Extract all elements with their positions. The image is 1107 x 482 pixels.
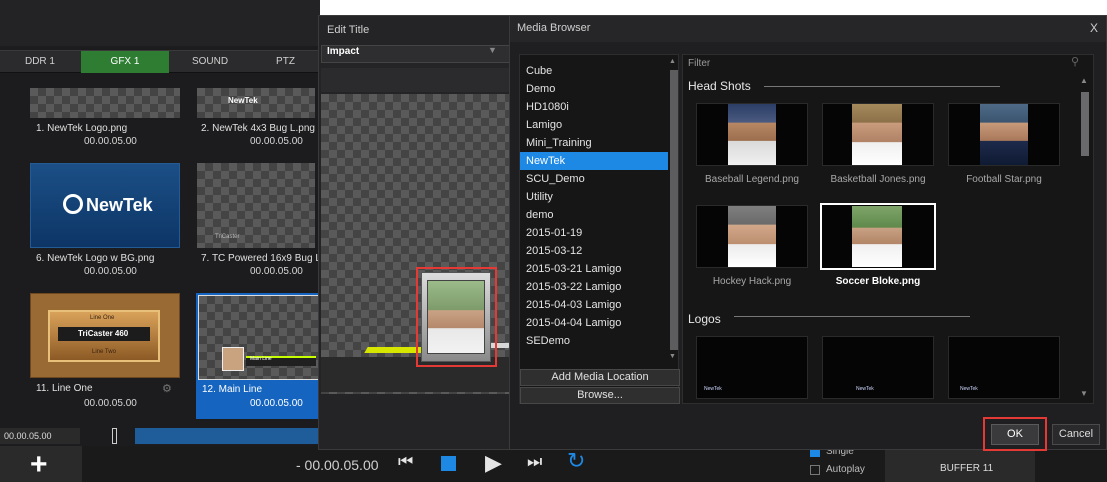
thumb-label: 6. NewTek Logo w BG.png (36, 253, 155, 264)
section-divider (734, 316, 970, 317)
thumb-duration: 00.00.05.00 (84, 398, 137, 409)
folder-item[interactable]: 2015-03-12 (520, 242, 668, 260)
newtek-logo-icon: NewTek (228, 96, 258, 105)
chevron-down-icon: ▼ (488, 45, 497, 55)
timecode-display: 00.00.05.00 (0, 428, 80, 444)
line-two-text: Line Two (92, 349, 116, 355)
section-divider (764, 86, 1000, 87)
tab-sound[interactable]: SOUND (170, 51, 250, 73)
browse-button[interactable]: Browse... (520, 387, 680, 404)
edit-title-toolbar (321, 68, 511, 92)
playhead-bar[interactable] (135, 428, 320, 444)
autoplay-label: Autoplay (826, 464, 865, 475)
plus-icon: + (30, 448, 48, 481)
photo-soccer-bloke (852, 206, 902, 267)
newtek-logo-icon: NewTek (856, 386, 874, 392)
tricaster-logo-icon: TriCaster (215, 234, 240, 240)
newtek-logo-icon: NewTek (960, 386, 978, 392)
main-line-banner-text: Main Line (250, 356, 272, 362)
newtek-logo-icon (63, 194, 83, 214)
thumb-label: 2. NewTek 4x3 Bug L.png (201, 123, 315, 134)
folder-item-selected[interactable]: NewTek (520, 152, 668, 170)
skip-forward-icon[interactable]: ⏭ (527, 452, 542, 472)
section-title-head-shots: Head Shots (688, 79, 751, 93)
ddr-header-bar (0, 0, 320, 46)
line-one-text: Line One (90, 315, 115, 321)
thumb-label: 11. Line One (36, 383, 93, 394)
cancel-button[interactable]: Cancel (1052, 424, 1100, 445)
folder-item[interactable]: Lamigo (520, 116, 668, 134)
newtek-logo-icon: NewTek (704, 386, 722, 392)
thumb-label: 1. NewTek Logo.png (36, 123, 128, 134)
folder-item[interactable]: Mini_Training (520, 134, 668, 152)
folder-scrollbar-thumb[interactable] (670, 70, 678, 350)
thumb-duration: 00.00.05.00 (250, 136, 303, 147)
folder-items: Cube Demo HD1080i Lamigo Mini_Training N… (520, 62, 668, 350)
folder-item[interactable]: SEDemo (520, 332, 668, 350)
buffer-label: BUFFER 11 (940, 463, 994, 474)
photo-baseball-legend (728, 104, 776, 165)
thumb-label: 12. Main Line (202, 384, 263, 395)
loop-icon[interactable]: ↻ (567, 448, 585, 474)
folder-item[interactable]: Demo (520, 80, 668, 98)
tab-ddr1[interactable]: DDR 1 (0, 51, 80, 73)
thumb-main-line (198, 295, 320, 380)
scroll-up-icon[interactable]: ▲ (669, 58, 676, 65)
scroll-down-icon[interactable]: ▼ (1080, 389, 1088, 398)
trim-in-handle[interactable] (112, 428, 117, 444)
scroll-up-icon[interactable]: ▲ (1080, 76, 1088, 85)
close-button[interactable]: X (1084, 17, 1104, 39)
folder-item[interactable]: 2015-03-22 Lamigo (520, 278, 668, 296)
thumb-label: 7. TC Powered 16x9 Bug L (201, 253, 318, 264)
stop-icon[interactable] (441, 456, 456, 471)
tab-ptz[interactable]: PTZ (251, 51, 320, 73)
photo-hockey-hack (728, 206, 776, 267)
main-line-photo (222, 347, 244, 371)
media-label: Basketball Jones.png (830, 174, 926, 185)
line-one-subtitle-text: TriCaster 460 (78, 329, 129, 338)
thumb-newtek-logo[interactable] (30, 88, 180, 118)
media-browser-titlebar (510, 16, 1106, 42)
media-thumb-logo-2[interactable] (822, 336, 934, 399)
media-label: Football Star.png (966, 174, 1042, 185)
media-label-selected: Soccer Bloke.png (835, 276, 921, 287)
play-icon[interactable]: ▶ (485, 450, 502, 476)
folder-item[interactable]: SCU_Demo (520, 170, 668, 188)
media-label: Hockey Hack.png (712, 276, 792, 287)
scroll-down-icon[interactable]: ▼ (669, 353, 676, 360)
folder-item[interactable]: demo (520, 206, 668, 224)
folder-item[interactable]: 2015-04-04 Lamigo (520, 314, 668, 332)
section-title-logos: Logos (688, 312, 721, 326)
template-select-value: Impact (327, 46, 360, 57)
skip-back-icon[interactable]: ⏮ (398, 452, 413, 472)
autoplay-checkbox[interactable] (810, 465, 820, 475)
gear-icon[interactable]: ⚙ (162, 382, 172, 395)
photo-football-star (980, 104, 1028, 165)
content-scrollbar-thumb[interactable] (1081, 92, 1089, 156)
media-browser-title: Media Browser (517, 22, 591, 34)
newtek-logo-text: NewTek (86, 195, 153, 215)
folder-item[interactable]: 2015-04-03 Lamigo (520, 296, 668, 314)
thumb-duration: 00.00.05.00 (250, 266, 303, 277)
thumb-duration: 00.00.05.00 (84, 136, 137, 147)
folder-item[interactable]: Utility (520, 188, 668, 206)
selected-placeholder-highlight (416, 267, 497, 367)
edit-title-heading: Edit Title (327, 24, 370, 36)
ok-button-highlight (983, 417, 1047, 451)
transport-time: - 00.00.05.00 (296, 457, 379, 473)
photo-basketball-jones (852, 104, 902, 165)
media-label: Baseball Legend.png (705, 174, 799, 185)
search-icon[interactable]: ⚲ (1071, 55, 1079, 68)
folder-item[interactable]: 2015-03-21 Lamigo (520, 260, 668, 278)
tab-gfx1[interactable]: GFX 1 (81, 51, 169, 73)
thumb-duration: 00.00.05.00 (84, 266, 137, 277)
filter-input[interactable]: Filter (683, 57, 1088, 71)
folder-item[interactable]: 2015-01-19 (520, 224, 668, 242)
folder-item[interactable]: HD1080i (520, 98, 668, 116)
thumb-duration: 00.00.05.00 (250, 398, 303, 409)
folder-item[interactable]: Cube (520, 62, 668, 80)
add-media-location-button[interactable]: Add Media Location (520, 369, 680, 386)
